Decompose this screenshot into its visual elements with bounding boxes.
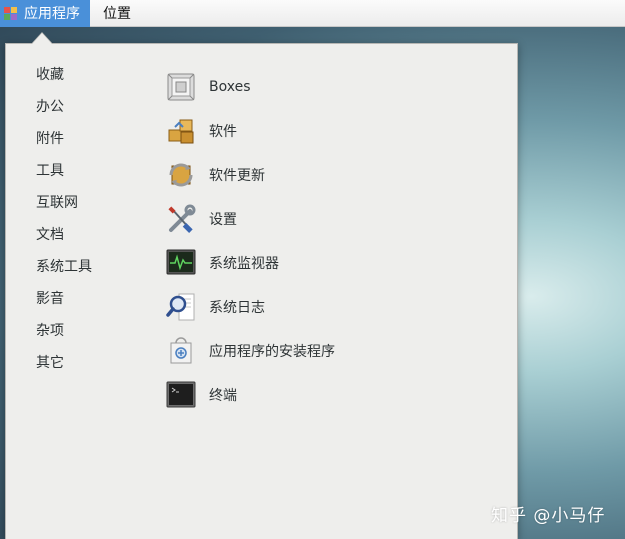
applications-menu-label: 应用程序: [24, 6, 80, 22]
app-label: 软件更新: [209, 168, 265, 184]
app-label: 系统日志: [209, 300, 265, 316]
system-monitor-icon: [165, 247, 197, 279]
top-panel: 应用程序 位置: [0, 0, 625, 27]
category-sound-video[interactable]: 影音: [36, 289, 92, 321]
app-label: 设置: [209, 212, 237, 228]
app-software-update[interactable]: 软件更新: [165, 153, 335, 197]
app-boxes[interactable]: Boxes: [165, 65, 335, 109]
terminal-icon: [165, 379, 197, 411]
category-list: 收藏 办公 附件 工具 互联网 文档 系统工具 影音 杂项 其它: [36, 65, 92, 385]
app-settings[interactable]: 设置: [165, 197, 335, 241]
software-icon: [165, 115, 197, 147]
category-internet[interactable]: 互联网: [36, 193, 92, 225]
package-installer-icon: [165, 335, 197, 367]
gnome-foot-icon: [3, 6, 18, 21]
boxes-icon: [165, 71, 197, 103]
category-system-tools[interactable]: 系统工具: [36, 257, 92, 289]
app-package-installer[interactable]: 应用程序的安装程序: [165, 329, 335, 373]
app-software[interactable]: 软件: [165, 109, 335, 153]
category-documents[interactable]: 文档: [36, 225, 92, 257]
app-system-monitor[interactable]: 系统监视器: [165, 241, 335, 285]
app-label: 软件: [209, 124, 237, 140]
category-favorites[interactable]: 收藏: [36, 65, 92, 97]
app-label: 系统监视器: [209, 256, 279, 272]
app-terminal[interactable]: 终端: [165, 373, 335, 417]
applications-menu-button[interactable]: 应用程序: [0, 0, 90, 27]
category-office[interactable]: 办公: [36, 97, 92, 129]
watermark-text: 知乎 @小马仔: [491, 506, 606, 526]
app-label: 终端: [209, 388, 237, 404]
app-list: Boxes 软件 软件更新 设置 系统监视器 系统日志 应用程序的安装程序 终端: [165, 65, 335, 417]
app-label: Boxes: [209, 79, 251, 95]
category-accessories[interactable]: 附件: [36, 129, 92, 161]
system-log-icon: [165, 291, 197, 323]
category-sundry[interactable]: 杂项: [36, 321, 92, 353]
category-utilities[interactable]: 工具: [36, 161, 92, 193]
menu-pointer: [32, 33, 52, 44]
app-label: 应用程序的安装程序: [209, 344, 335, 360]
places-menu-button[interactable]: 位置: [90, 3, 131, 23]
category-other[interactable]: 其它: [36, 353, 92, 385]
software-update-icon: [165, 159, 197, 191]
app-system-log[interactable]: 系统日志: [165, 285, 335, 329]
applications-popup-menu: 收藏 办公 附件 工具 互联网 文档 系统工具 影音 杂项 其它 Boxes 软…: [5, 43, 518, 539]
settings-tools-icon: [165, 203, 197, 235]
